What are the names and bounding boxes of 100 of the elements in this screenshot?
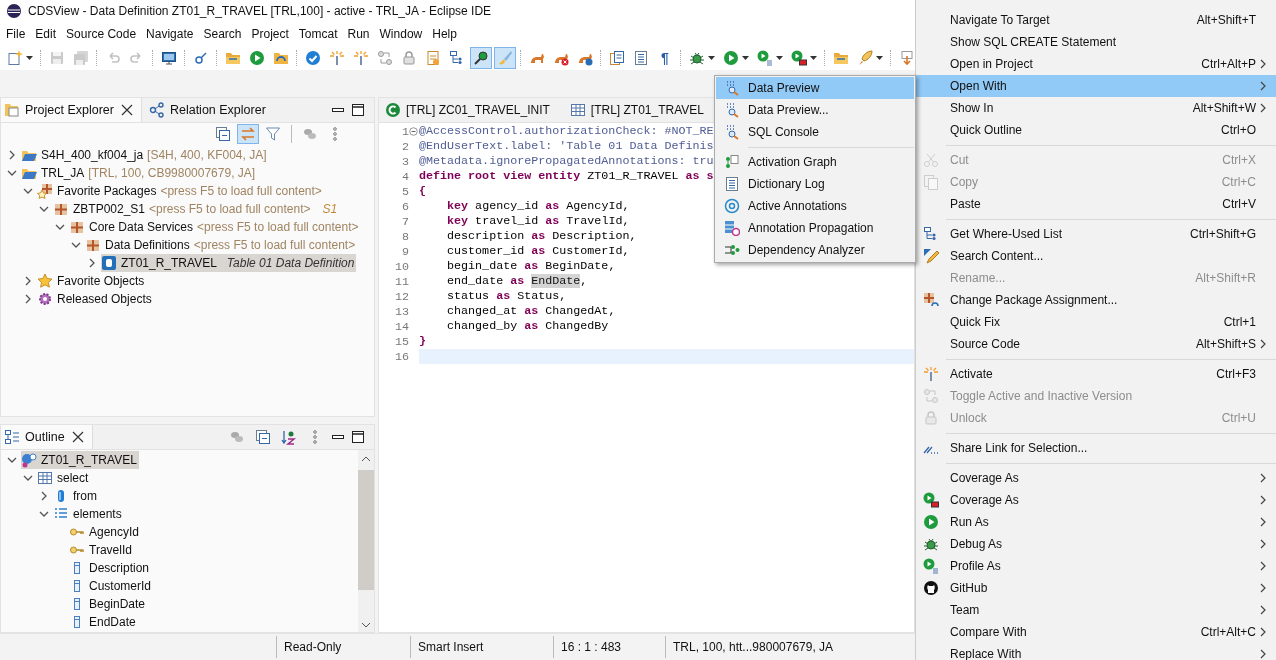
menu-item[interactable]: Debug As bbox=[916, 533, 1276, 555]
menu-item[interactable]: Navigate bbox=[141, 27, 198, 41]
chevron-icon[interactable] bbox=[23, 473, 33, 483]
network-icon bbox=[148, 102, 165, 118]
menu-item[interactable]: Active Annotations bbox=[716, 195, 914, 217]
tree-item[interactable]: ZBTP002_S1 <press F5 to load full content> S1 bbox=[53, 200, 340, 218]
chevron-icon[interactable] bbox=[23, 294, 33, 304]
tree-item[interactable]: S4H_400_kf004_ja [S4H, 400, KF004, JA] bbox=[21, 146, 269, 164]
menu-item[interactable]: Annotation Propagation bbox=[716, 217, 914, 239]
menu-item[interactable]: Quick Outline Ctrl+O bbox=[916, 119, 1276, 141]
menu-item[interactable]: GitHub bbox=[916, 577, 1276, 599]
chevron-icon[interactable] bbox=[71, 240, 81, 250]
code-line: description as Description, bbox=[446, 229, 637, 244]
menu-item[interactable]: Share Link for Selection... bbox=[916, 437, 1276, 459]
tree-item[interactable]: CustomerId bbox=[69, 577, 154, 595]
menu-item[interactable]: Show SQL CREATE Statement bbox=[916, 31, 1276, 53]
view-tab[interactable]: Project Explorer bbox=[1, 98, 142, 122]
chevron-icon[interactable] bbox=[7, 455, 17, 465]
tree-item[interactable]: Data Definitions <press F5 to load full content> bbox=[85, 236, 358, 254]
toolbar-button[interactable] bbox=[470, 47, 492, 69]
menu-item[interactable]: Team bbox=[916, 599, 1276, 621]
menu-item[interactable]: Activate Ctrl+F3 bbox=[916, 363, 1276, 385]
menu-item[interactable]: File bbox=[1, 27, 30, 41]
view-tab[interactable]: Outline bbox=[1, 425, 93, 449]
rocket-icon bbox=[857, 50, 873, 66]
play-icon bbox=[249, 50, 265, 66]
menu-item[interactable]: Project bbox=[246, 27, 293, 41]
menu-item[interactable]: Source Code Alt+Shift+S bbox=[916, 333, 1276, 355]
chevron-icon[interactable] bbox=[23, 276, 33, 286]
item-decoration: <press F5 to load full content> bbox=[193, 238, 356, 252]
view-tab[interactable]: Relation Explorer bbox=[145, 98, 272, 122]
menu-item[interactable]: Search Content... bbox=[916, 245, 1276, 267]
scrollbar[interactable] bbox=[358, 450, 374, 632]
menu-item[interactable]: SQL Console bbox=[716, 121, 914, 143]
tree-item[interactable]: select bbox=[37, 469, 91, 487]
menu-item[interactable]: Edit bbox=[30, 27, 61, 41]
menu-item[interactable]: Coverage As bbox=[916, 467, 1276, 489]
toolbar-button[interactable]: ¶ bbox=[654, 47, 676, 69]
menu-item[interactable]: Change Package Assignment... bbox=[916, 289, 1276, 311]
tree-item[interactable]: EndDate bbox=[69, 613, 138, 631]
tree-item[interactable]: TravelId bbox=[69, 541, 134, 559]
menu-item[interactable]: Run As bbox=[916, 511, 1276, 533]
menu-item[interactable]: Paste Ctrl+V bbox=[916, 193, 1276, 215]
chevron-icon[interactable] bbox=[7, 150, 17, 160]
line-number: 7 bbox=[401, 214, 409, 229]
menu-item[interactable]: Coverage As bbox=[916, 489, 1276, 511]
hierarchy-icon bbox=[923, 226, 939, 242]
package-icon bbox=[37, 183, 53, 199]
tree-item[interactable]: TRL_JA [TRL, 100, CB9980007679, JA] bbox=[21, 164, 258, 182]
line-number: 15 bbox=[393, 334, 409, 349]
item-label: from bbox=[73, 489, 97, 503]
tree-item[interactable]: AgencyId bbox=[69, 523, 142, 541]
chevron-icon[interactable] bbox=[87, 258, 97, 268]
tree-item[interactable]: Favorite Packages <press F5 to load full content> bbox=[37, 182, 324, 200]
code-line: changed_by as ChangedBy bbox=[446, 319, 609, 334]
menu-item[interactable]: Profile As bbox=[916, 555, 1276, 577]
tree-item[interactable]: elements bbox=[53, 505, 124, 523]
editor-tab[interactable]: [TRL] ZC01_TRAVEL_INIT bbox=[379, 98, 564, 122]
tree-item[interactable]: ZT01_R_TRAVEL Table 01 Data Definition bbox=[101, 254, 357, 272]
menu-item[interactable]: Compare With Ctrl+Alt+C bbox=[916, 621, 1276, 643]
menu-item[interactable]: Search bbox=[198, 27, 246, 41]
chevron-icon[interactable] bbox=[55, 222, 65, 232]
play-icon bbox=[791, 50, 807, 66]
tree-item[interactable]: Released Objects bbox=[37, 290, 154, 308]
menu-item[interactable]: Replace With bbox=[916, 643, 1276, 660]
tree-item[interactable]: ZT01_R_TRAVEL bbox=[21, 451, 139, 469]
tree-item[interactable]: from bbox=[53, 487, 99, 505]
tree-item[interactable]: BeginDate bbox=[69, 595, 148, 613]
menu-item[interactable]: Tomcat bbox=[293, 27, 342, 41]
menu-item[interactable]: Open With bbox=[916, 75, 1276, 97]
menu-item[interactable]: Source Code bbox=[61, 27, 141, 41]
menu-item[interactable]: Navigate To Target Alt+Shift+T bbox=[916, 9, 1276, 31]
chevron-icon[interactable] bbox=[39, 509, 49, 519]
chevron-icon[interactable] bbox=[39, 204, 49, 214]
menu-item[interactable]: Data Preview bbox=[716, 77, 914, 99]
tree-item[interactable]: Description bbox=[69, 559, 152, 577]
menu-item[interactable]: Open in Project Ctrl+Alt+P bbox=[916, 53, 1276, 75]
tree-item[interactable]: Favorite Objects bbox=[37, 272, 147, 290]
chevron-icon[interactable] bbox=[23, 186, 33, 196]
menu-item[interactable]: Help bbox=[427, 27, 461, 41]
menu-item[interactable]: Get Where-Used List Ctrl+Shift+G bbox=[916, 223, 1276, 245]
chevron-icon[interactable] bbox=[7, 168, 17, 178]
bug-icon bbox=[923, 536, 939, 552]
menu-item[interactable]: Dependency Analyzer bbox=[716, 239, 914, 261]
hierarchy-icon bbox=[449, 50, 465, 66]
tree-item[interactable]: Core Data Services <press F5 to load full content> bbox=[69, 218, 361, 236]
circle-icon bbox=[923, 580, 939, 596]
menu-item[interactable]: Dictionary Log bbox=[716, 173, 914, 195]
editor-tab[interactable]: [TRL] ZT01_TRAVEL bbox=[563, 98, 718, 122]
menu-item[interactable]: Show In Alt+Shift+W bbox=[916, 97, 1276, 119]
menu-item[interactable]: Data Preview... bbox=[716, 99, 914, 121]
fold-icon[interactable] bbox=[409, 127, 418, 136]
menu-item[interactable]: Window bbox=[374, 27, 427, 41]
chevron-icon[interactable] bbox=[39, 491, 49, 501]
scrollbar-thumb[interactable] bbox=[358, 470, 374, 590]
menu-item[interactable]: Activation Graph bbox=[716, 151, 914, 173]
folder-icon bbox=[225, 50, 241, 66]
menu-item[interactable]: Quick Fix Ctrl+1 bbox=[916, 311, 1276, 333]
menu-item[interactable]: Run bbox=[342, 27, 374, 41]
sparkle-icon bbox=[923, 366, 939, 382]
